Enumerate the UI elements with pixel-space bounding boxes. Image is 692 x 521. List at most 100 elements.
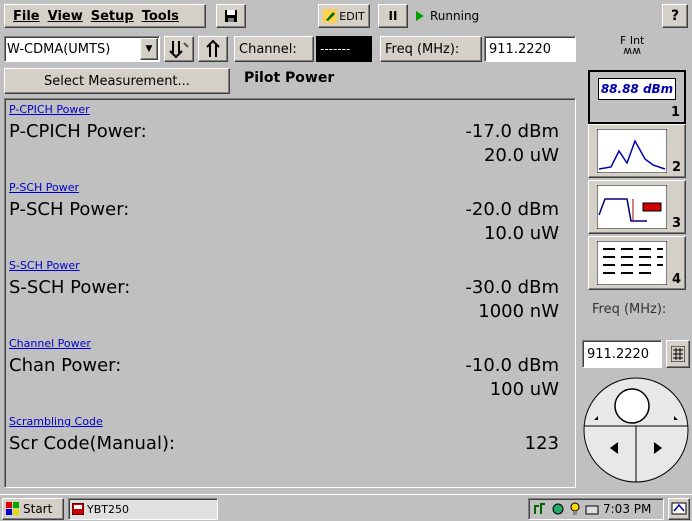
menu-file-label: File [13, 8, 40, 24]
sync-icon[interactable] [551, 502, 565, 516]
psch-label: P-SCH Power: [9, 199, 130, 220]
menu-view-label: View [47, 8, 83, 24]
save-button[interactable] [216, 4, 246, 28]
play-icon [416, 11, 424, 21]
menu-tools-label: Tools [141, 8, 179, 24]
show-desktop-button[interactable] [668, 498, 690, 520]
signal-standard-button[interactable] [164, 36, 194, 62]
dpad-center-button[interactable] [614, 388, 650, 424]
channel-power-label: Chan Power: [9, 355, 122, 376]
scrambling-code-label: Scr Code(Manual): [9, 433, 176, 454]
mode-dropdown[interactable]: W-CDMA(UMTS) ▼ [4, 36, 160, 62]
pcpich-watt-value: 20.0 uW [483, 145, 559, 166]
mode-dropdown-value: W-CDMA(UMTS) [7, 41, 111, 57]
channel-value: ------- [320, 42, 351, 56]
view-sweep-button[interactable]: 3 [588, 180, 686, 234]
ssch-dbm-value: -30.0 dBm [465, 277, 559, 298]
run-status: Running [416, 9, 479, 23]
clock: 7:03 PM [603, 502, 652, 516]
channel-power-link[interactable]: Channel Power [9, 337, 91, 350]
ssch-label: S-SCH Power: [9, 277, 131, 298]
edit-label: EDIT [339, 9, 365, 23]
edit-icon [323, 9, 338, 23]
run-status-label: Running [430, 9, 480, 23]
chevron-down-icon[interactable]: ▼ [140, 38, 158, 60]
channel-button[interactable]: Channel: [234, 36, 314, 62]
menu-tools[interactable]: Tools [142, 9, 179, 24]
view-readout-button[interactable]: 88.88 dBm 1 [588, 70, 686, 124]
channel-power-watt-value: 100 uW [489, 379, 559, 400]
network-icon[interactable] [533, 502, 547, 516]
keypad-icon [671, 346, 685, 362]
view-number-4: 4 [671, 272, 681, 287]
menu-setup[interactable]: Setup [91, 9, 134, 24]
help-icon: ? [670, 8, 680, 24]
channel-field[interactable]: ------- [316, 36, 372, 62]
section-pcpich: P-CPICH Power P-CPICH Power: -17.0 dBm 2… [5, 99, 575, 177]
table-icon [597, 241, 667, 285]
keyboard-icon[interactable] [585, 502, 599, 516]
channel-label: Channel: [239, 41, 297, 57]
measurement-panel: P-CPICH Power P-CPICH Power: -17.0 dBm 2… [4, 98, 576, 488]
ssch-link[interactable]: S-SCH Power [9, 259, 80, 272]
edit-button[interactable]: EDIT [318, 4, 370, 28]
psch-watt-value: 10.0 uW [483, 223, 559, 244]
system-tray: 7:03 PM [528, 498, 664, 520]
view-spectrum-button[interactable]: 2 [588, 124, 686, 178]
page-title: Pilot Power [244, 70, 335, 86]
ssch-watt-value: 1000 nW [478, 301, 559, 322]
dpad-control [583, 377, 689, 483]
windows-logo-icon [6, 502, 19, 515]
freq-value: 911.2220 [489, 41, 552, 57]
pause-icon: II [388, 9, 398, 23]
psch-dbm-value: -20.0 dBm [465, 199, 559, 220]
pcpich-dbm-value: -17.0 dBm [465, 121, 559, 142]
fint-wave-icon: ʍʍ [623, 44, 642, 57]
view-number-2: 2 [671, 160, 681, 175]
start-button[interactable]: Start [2, 498, 64, 520]
app-icon [72, 503, 84, 515]
floppy-disk-icon [225, 10, 237, 22]
section-scrambling-code: Scrambling Code Scr Code(Manual): 123 [5, 411, 575, 489]
side-freq-label: Freq (MHz): [592, 302, 667, 317]
section-psch: P-SCH Power P-SCH Power: -20.0 dBm 10.0 … [5, 177, 575, 255]
start-label: Start [23, 502, 53, 516]
select-measurement-button[interactable]: Select Measurement... [4, 68, 230, 94]
menu-bar: File View Setup Tools [4, 4, 206, 28]
scrambling-code-value: 123 [524, 433, 559, 454]
pcpich-label: P-CPICH Power: [9, 121, 147, 142]
channel-power-dbm-value: -10.0 dBm [465, 355, 559, 376]
section-ssch: S-SCH Power S-SCH Power: -30.0 dBm 1000 … [5, 255, 575, 333]
section-channel-power: Channel Power Chan Power: -10.0 dBm 100 … [5, 333, 575, 411]
desktop-icon [671, 502, 687, 515]
taskbar-app-button[interactable]: YBT250 [68, 498, 218, 520]
scrambling-code-link[interactable]: Scrambling Code [9, 415, 103, 428]
fint-indicator: F Int ʍʍ [620, 35, 644, 57]
view-number-1: 1 [670, 105, 680, 120]
taskbar: Start YBT250 7:03 PM [0, 494, 692, 521]
signal-up-button[interactable] [198, 36, 228, 62]
side-freq-input[interactable]: 911.2220 [582, 340, 662, 368]
menu-view[interactable]: View [48, 9, 83, 24]
help-button[interactable]: ? [662, 4, 688, 28]
keypad-button[interactable] [666, 340, 690, 368]
sweep-icon [597, 185, 667, 229]
freq-input[interactable]: 911.2220 [484, 36, 576, 62]
spectrum-icon [597, 129, 667, 173]
freq-button[interactable]: Freq (MHz): [380, 36, 482, 62]
menu-setup-label: Setup [90, 8, 134, 24]
select-measurement-label: Select Measurement... [44, 73, 190, 89]
antenna-down-icon [169, 41, 189, 59]
pcpich-link[interactable]: P-CPICH Power [9, 103, 90, 116]
view-number-3: 3 [671, 216, 681, 231]
antenna-up-icon [206, 39, 220, 57]
taskbar-app-label: YBT250 [87, 502, 129, 516]
bulb-icon[interactable] [569, 502, 581, 516]
freq-label: Freq (MHz): [385, 41, 460, 57]
side-freq-value: 911.2220 [587, 346, 650, 362]
menu-file[interactable]: File [13, 9, 40, 24]
top-toolbar: File View Setup Tools EDIT II Running ? [0, 0, 692, 33]
pause-button[interactable]: II [378, 4, 408, 28]
psch-link[interactable]: P-SCH Power [9, 181, 79, 194]
view-table-button[interactable]: 4 [588, 236, 686, 290]
